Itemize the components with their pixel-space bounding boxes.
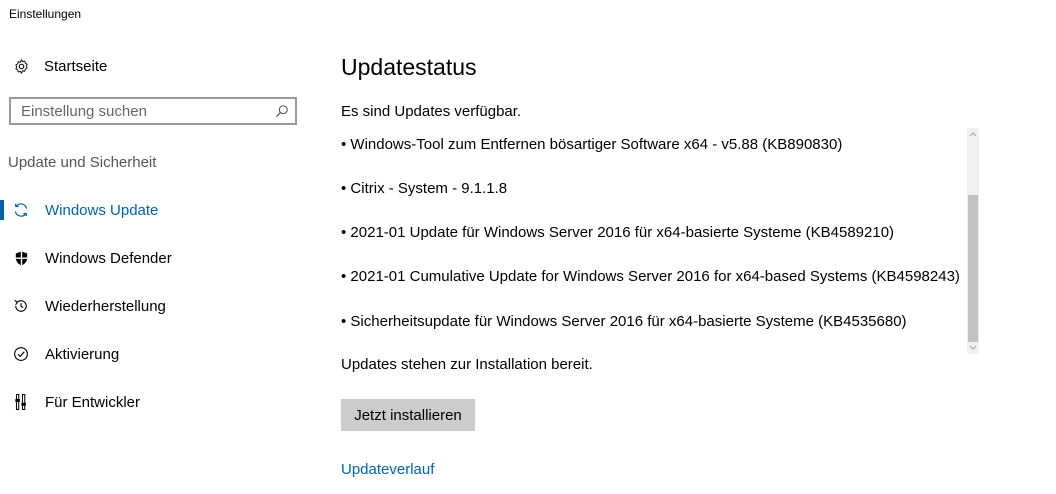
check-circle-icon xyxy=(12,345,30,363)
settings-search[interactable] xyxy=(9,97,297,125)
section-title: Update und Sicherheit xyxy=(8,154,157,171)
search-input[interactable] xyxy=(11,99,269,123)
update-list-item: • Windows-Tool zum Entfernen bösartiger … xyxy=(341,136,843,153)
sidebar-home-label: Startseite xyxy=(44,57,108,75)
update-history-link[interactable]: Updateverlauf xyxy=(341,461,434,478)
search-icon[interactable] xyxy=(269,104,295,118)
refresh-icon xyxy=(12,201,30,219)
sidebar-item-label: Windows Defender xyxy=(45,249,172,267)
active-indicator xyxy=(0,200,4,220)
update-list-item: • 2021-01 Cumulative Update for Windows … xyxy=(341,268,960,285)
sidebar-home[interactable]: Startseite xyxy=(12,57,107,75)
history-icon xyxy=(12,297,30,315)
page-title: Updatestatus xyxy=(341,54,477,80)
shield-icon xyxy=(12,249,30,267)
gear-icon xyxy=(12,57,30,75)
update-status-text: Es sind Updates verfügbar. xyxy=(341,103,522,120)
install-now-button[interactable]: Jetzt installieren xyxy=(341,399,475,431)
ready-to-install-text: Updates stehen zur Installation bereit. xyxy=(341,356,593,373)
sidebar-item-label: Aktivierung xyxy=(45,345,120,363)
scrollbar-thumb[interactable] xyxy=(968,195,978,342)
sidebar-item-windows-update[interactable]: Windows Update xyxy=(0,193,300,227)
update-list-item: • Sicherheitsupdate für Windows Server 2… xyxy=(341,313,907,330)
sidebar-item-aktivierung[interactable]: Aktivierung xyxy=(0,337,300,371)
sidebar-item-label: Wiederherstellung xyxy=(45,297,166,315)
update-list-item: • 2021-01 Update für Windows Server 2016… xyxy=(341,224,895,241)
sidebar-item-windows-defender[interactable]: Windows Defender xyxy=(0,241,300,275)
scroll-down-arrow-icon[interactable] xyxy=(967,342,979,354)
sidebar-item-label: Windows Update xyxy=(45,201,159,219)
developer-tools-icon xyxy=(12,393,30,411)
update-list-item: • Citrix - System - 9.1.1.8 xyxy=(341,180,508,197)
sidebar-item-wiederherstellung[interactable]: Wiederherstellung xyxy=(0,289,300,323)
sidebar-item-label: Für Entwickler xyxy=(45,393,141,411)
scroll-up-arrow-icon[interactable] xyxy=(967,128,979,140)
sidebar-item-fuer-entwickler[interactable]: Für Entwickler xyxy=(0,385,300,419)
window-title: Einstellungen xyxy=(9,7,82,21)
update-list-scrollbar[interactable] xyxy=(967,128,979,354)
